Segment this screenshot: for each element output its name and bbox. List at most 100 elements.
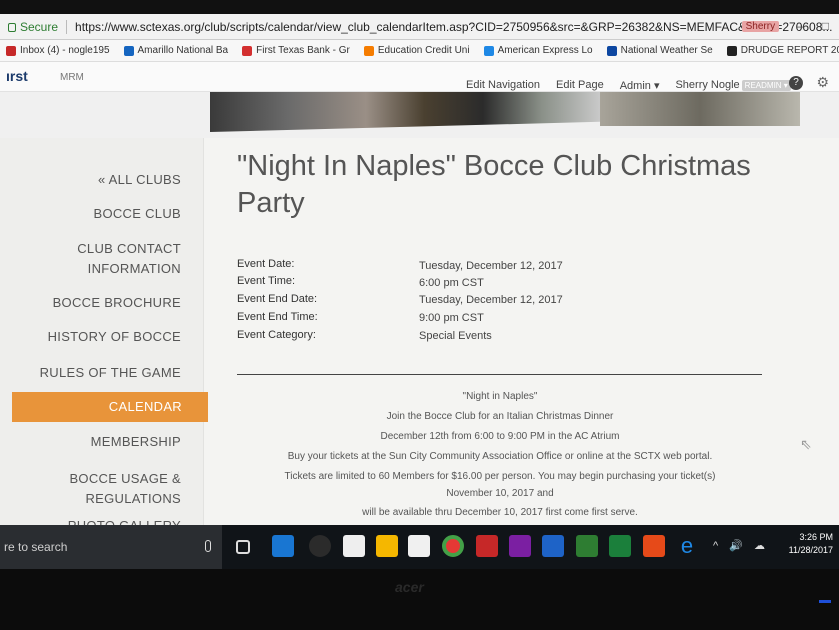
- description-line: "Night in Naples": [462, 391, 538, 402]
- sidebar-item-history[interactable]: HISTORY OF BOCCE: [48, 327, 181, 347]
- sidebar-item-label: INFORMATION: [87, 261, 181, 276]
- bookmark-item[interactable]: Education Credit Uni: [363, 45, 470, 56]
- app-icon[interactable]: [309, 535, 331, 557]
- sidebar-item-label: CLUB CONTACT: [77, 241, 181, 256]
- power-led: [819, 600, 831, 603]
- edge-icon[interactable]: e: [676, 535, 698, 557]
- site-brand[interactable]: ırst: [6, 68, 28, 84]
- banner-image: [0, 92, 839, 138]
- mouse-cursor-icon: ⇖: [800, 436, 812, 452]
- sidebar-item-label: BOCCE USAGE &: [69, 471, 181, 486]
- publisher-icon[interactable]: [576, 535, 598, 557]
- site-admin-bar: ırst MRM Edit Navigation Edit Page Admin…: [0, 62, 839, 92]
- description-line: Join the Bocce Club for an Italian Chris…: [386, 411, 614, 422]
- outlook-icon[interactable]: [272, 535, 294, 557]
- taskbar-clock[interactable]: 3:26 PM 11/28/2017: [789, 531, 833, 557]
- description-line: Buy your tickets at the Sun City Communi…: [287, 451, 713, 462]
- bookmark-label: Amarillo National Ba: [137, 45, 229, 56]
- bookmark-item[interactable]: First Texas Bank - Gr: [242, 45, 350, 56]
- edit-navigation-link[interactable]: Edit Navigation: [466, 79, 540, 92]
- clock-date: 11/28/2017: [788, 545, 833, 555]
- powerpoint-icon[interactable]: [643, 535, 665, 557]
- sidebar-item-bocce-club[interactable]: BOCCE CLUB: [93, 204, 181, 224]
- sidebar-item-club-contact[interactable]: CLUB CONTACT INFORMATION: [77, 239, 181, 279]
- chrome-icon[interactable]: [442, 535, 464, 557]
- bookmark-label: Education Credit Uni: [377, 45, 470, 56]
- description-line: December 12th from 6:00 to 9:00 PM in th…: [380, 431, 620, 442]
- admin-menu[interactable]: Admin ▾: [620, 79, 660, 92]
- banner-photo: [210, 92, 600, 132]
- event-field-label: Event Date:: [237, 258, 295, 270]
- sidebar-item-usage-regulations[interactable]: BOCCE USAGE & REGULATIONS: [69, 469, 181, 509]
- clock-time: 3:26 PM: [799, 532, 833, 542]
- bookmark-item[interactable]: Inbox (4) - nogle195: [6, 45, 110, 56]
- edit-page-link[interactable]: Edit Page: [556, 79, 604, 92]
- system-tray-icons[interactable]: ^ 🔊 ☁: [713, 539, 769, 552]
- event-field-label: Event Time:: [237, 275, 296, 287]
- event-field-label: Event End Time:: [237, 311, 318, 323]
- minimize-button[interactable]: –: [797, 19, 804, 33]
- windows-taskbar: re to search e ^ 🔊 ☁ 3:26 PM 11/28/2017: [0, 525, 839, 569]
- bookmark-favicon-icon: [6, 45, 16, 56]
- sidebar-item-label: REGULATIONS: [85, 491, 181, 506]
- bookmarks-bar: Inbox (4) - nogle195 Amarillo National Ba…: [0, 40, 839, 62]
- bookmark-favicon-icon: [363, 45, 374, 56]
- event-field-label: Event Category:: [237, 329, 316, 341]
- description-line: Tickets are limited to 60 Members for $1…: [284, 471, 716, 482]
- user-menu[interactable]: Sherry Nogle READMIN ▾: [675, 79, 791, 92]
- section-divider: [237, 374, 762, 375]
- microphone-icon[interactable]: [205, 540, 211, 552]
- sidebar-item-membership[interactable]: MEMBERSHIP: [91, 432, 181, 452]
- user-badge: READMIN ▾: [741, 80, 791, 91]
- page-title-line2: Party: [237, 187, 305, 219]
- amazon-icon[interactable]: [343, 535, 365, 557]
- store-icon[interactable]: [408, 535, 430, 557]
- sidebar-item-calendar[interactable]: CALENDAR: [12, 392, 208, 422]
- sidebar-item-rules[interactable]: RULES OF THE GAME: [40, 363, 181, 383]
- bookmark-label: Inbox (4) - nogle195: [20, 45, 110, 56]
- excel-icon[interactable]: [609, 535, 631, 557]
- event-field-value: Tuesday, December 12, 2017: [419, 294, 563, 306]
- main-content: « ALL CLUBS BOCCE CLUB CLUB CONTACT INFO…: [0, 138, 839, 533]
- monitor-brand-logo: acer: [395, 579, 424, 595]
- sidebar-item-all-clubs[interactable]: « ALL CLUBS: [98, 170, 181, 190]
- bookmark-label: First Texas Bank - Gr: [256, 45, 350, 56]
- task-view-icon[interactable]: [236, 540, 250, 554]
- taskbar-search-input[interactable]: re to search: [0, 525, 222, 569]
- bookmark-item[interactable]: American Express Lo: [483, 45, 593, 56]
- bookmark-favicon-icon: [123, 45, 134, 56]
- admin-nav: Edit Navigation Edit Page Admin ▾ Sherry…: [466, 79, 791, 92]
- screen-top-edge: [0, 0, 839, 14]
- description-line: will be available thru December 10, 2017…: [362, 507, 638, 518]
- bookmark-favicon-icon: [242, 45, 253, 56]
- bookmark-label: American Express Lo: [497, 45, 593, 56]
- address-bar[interactable]: Secure https://www.sctexas.org/club/scri…: [0, 14, 839, 40]
- bookmark-label: National Weather Se: [620, 45, 713, 56]
- url-text[interactable]: https://www.sctexas.org/club/scripts/cal…: [75, 20, 832, 34]
- page-title-line1: "Night In Naples" Bocce Club Christmas: [237, 150, 751, 182]
- description-line: November 10, 2017 and: [446, 488, 554, 499]
- bookmark-favicon-icon: [606, 45, 617, 56]
- file-explorer-icon[interactable]: [376, 535, 398, 557]
- gear-icon[interactable]: ⚙: [816, 74, 829, 91]
- monitor-bezel: acer: [0, 569, 839, 630]
- event-field-value: Special Events: [419, 330, 492, 342]
- onenote-icon[interactable]: [509, 535, 531, 557]
- bookmark-item[interactable]: National Weather Se: [606, 45, 713, 56]
- help-icon[interactable]: ?: [789, 76, 803, 90]
- sidebar-item-bocce-brochure[interactable]: BOCCE BROCHURE: [53, 293, 181, 313]
- word-icon[interactable]: [542, 535, 564, 557]
- user-name: Sherry Nogle: [675, 79, 740, 91]
- event-field-value: 9:00 pm CST: [419, 312, 484, 324]
- bookmark-favicon-icon: [483, 45, 494, 56]
- banner-photo-right: [600, 92, 800, 126]
- bookmark-item[interactable]: DRUDGE REPORT 20: [726, 45, 839, 56]
- bookmark-label: DRUDGE REPORT 20: [740, 45, 839, 56]
- lock-icon: [8, 23, 16, 32]
- mrm-label[interactable]: MRM: [60, 72, 84, 83]
- profile-button[interactable]: Sherry: [741, 20, 780, 32]
- event-field-label: Event End Date:: [237, 293, 318, 305]
- bookmark-item[interactable]: Amarillo National Ba: [123, 45, 229, 56]
- access-icon[interactable]: [476, 535, 498, 557]
- restore-button[interactable]: □: [822, 19, 829, 33]
